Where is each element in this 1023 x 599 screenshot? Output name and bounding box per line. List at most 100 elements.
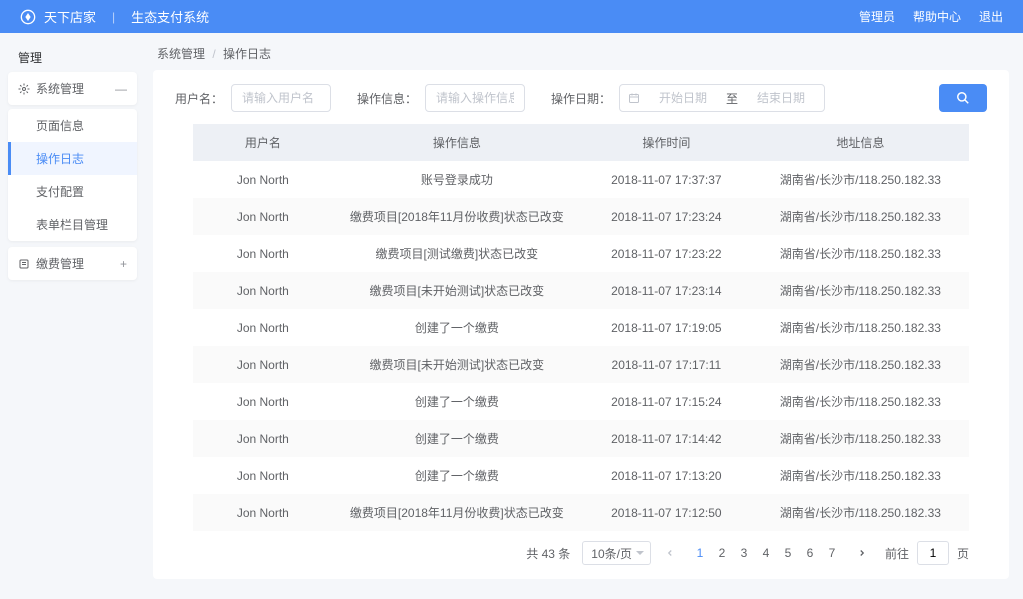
table-row: Jon North创建了一个缴费2018-11-07 17:19:05湖南省/长… <box>193 309 969 346</box>
cell-addr: 湖南省/长沙市/118.250.182.33 <box>752 272 969 309</box>
header-divider: | <box>112 10 115 24</box>
brand-text: 天下店家 <box>44 7 96 26</box>
cell-user: Jon North <box>193 198 333 235</box>
opinfo-label: 操作信息： <box>357 90 417 107</box>
cell-user: Jon North <box>193 420 333 457</box>
cell-user: Jon North <box>193 235 333 272</box>
goto-input[interactable] <box>917 541 949 565</box>
sidebar-group-system-label: 系统管理 <box>36 80 84 97</box>
page-num-6[interactable]: 6 <box>799 541 821 565</box>
search-icon <box>956 91 970 105</box>
app-header: 天下店家 | 生态支付系统 管理员 帮助中心 退出 <box>0 0 1023 33</box>
goto-label: 前往 <box>885 545 909 562</box>
sidebar-item-pageinfo[interactable]: 页面信息 <box>8 109 137 142</box>
collapse-icon: — <box>115 82 127 96</box>
table-row: Jon North缴费项目[2018年11月份收费]状态已改变2018-11-0… <box>193 198 969 235</box>
page-num-4[interactable]: 4 <box>755 541 777 565</box>
table-row: Jon North创建了一个缴费2018-11-07 17:14:42湖南省/长… <box>193 420 969 457</box>
log-table: 用户名 操作信息 操作时间 地址信息 Jon North账号登录成功2018-1… <box>193 124 969 531</box>
cell-time: 2018-11-07 17:17:11 <box>581 346 752 383</box>
table-row: Jon North缴费项目[测试缴费]状态已改变2018-11-07 17:23… <box>193 235 969 272</box>
opinfo-input[interactable] <box>425 84 525 112</box>
system-title: 生态支付系统 <box>131 7 209 26</box>
header-right: 管理员 帮助中心 退出 <box>859 8 1003 25</box>
table-header-row: 用户名 操作信息 操作时间 地址信息 <box>193 124 969 161</box>
page-size-value: 10条/页 <box>591 545 632 562</box>
page-prev[interactable] <box>659 541 681 565</box>
cell-addr: 湖南省/长沙市/118.250.182.33 <box>752 457 969 494</box>
calendar-icon <box>628 92 640 104</box>
breadcrumb: 系统管理 / 操作日志 <box>153 45 1009 62</box>
cell-time: 2018-11-07 17:14:42 <box>581 420 752 457</box>
cell-addr: 湖南省/长沙市/118.250.182.33 <box>752 420 969 457</box>
cell-op: 创建了一个缴费 <box>333 420 581 457</box>
date-end-input[interactable] <box>746 91 816 105</box>
breadcrumb-b: 操作日志 <box>223 47 271 61</box>
sidebar-item-payconfig[interactable]: 支付配置 <box>8 175 137 208</box>
logout-link[interactable]: 退出 <box>979 8 1003 25</box>
admin-link[interactable]: 管理员 <box>859 8 895 25</box>
cell-user: Jon North <box>193 272 333 309</box>
table-row: Jon North创建了一个缴费2018-11-07 17:13:20湖南省/长… <box>193 457 969 494</box>
gear-icon <box>18 83 30 95</box>
goto-suffix: 页 <box>957 545 969 562</box>
cell-op: 缴费项目[未开始测试]状态已改变 <box>333 272 581 309</box>
sidebar-group-fee-label: 缴费管理 <box>36 255 84 272</box>
page-next[interactable] <box>851 541 873 565</box>
search-button[interactable] <box>939 84 987 112</box>
cell-user: Jon North <box>193 161 333 198</box>
main-content: 系统管理 / 操作日志 用户名： 操作信息： 操作日期： 至 <box>145 33 1023 599</box>
breadcrumb-a[interactable]: 系统管理 <box>157 47 205 61</box>
cell-user: Jon North <box>193 383 333 420</box>
th-time: 操作时间 <box>581 124 752 161</box>
sidebar-group-system[interactable]: 系统管理 — <box>8 72 137 105</box>
cell-time: 2018-11-07 17:23:14 <box>581 272 752 309</box>
page-num-1[interactable]: 1 <box>689 541 711 565</box>
sidebar: 管理 系统管理 — 页面信息 操作日志 支付配置 表单栏目管理 缴费管理 + <box>0 33 145 599</box>
cell-time: 2018-11-07 17:13:20 <box>581 457 752 494</box>
cell-user: Jon North <box>193 346 333 383</box>
date-start-input[interactable] <box>648 91 718 105</box>
date-range-picker[interactable]: 至 <box>619 84 825 112</box>
page-num-5[interactable]: 5 <box>777 541 799 565</box>
date-sep: 至 <box>726 90 738 107</box>
cell-op: 缴费项目[2018年11月份收费]状态已改变 <box>333 198 581 235</box>
sidebar-item-oplog[interactable]: 操作日志 <box>8 142 137 175</box>
th-op: 操作信息 <box>333 124 581 161</box>
username-input[interactable] <box>231 84 331 112</box>
th-addr: 地址信息 <box>752 124 969 161</box>
cell-user: Jon North <box>193 457 333 494</box>
table-row: Jon North缴费项目[未开始测试]状态已改变2018-11-07 17:2… <box>193 272 969 309</box>
cell-op: 账号登录成功 <box>333 161 581 198</box>
logo-icon <box>20 9 36 25</box>
page-num-2[interactable]: 2 <box>711 541 733 565</box>
cell-op: 缴费项目[测试缴费]状态已改变 <box>333 235 581 272</box>
cell-op: 创建了一个缴费 <box>333 457 581 494</box>
page-num-7[interactable]: 7 <box>821 541 843 565</box>
sidebar-root: 管理 <box>8 43 137 72</box>
th-user: 用户名 <box>193 124 333 161</box>
help-link[interactable]: 帮助中心 <box>913 8 961 25</box>
sidebar-item-tablecol[interactable]: 表单栏目管理 <box>8 208 137 241</box>
cell-user: Jon North <box>193 309 333 346</box>
cell-time: 2018-11-07 17:19:05 <box>581 309 752 346</box>
sidebar-submenu: 页面信息 操作日志 支付配置 表单栏目管理 <box>8 109 137 241</box>
table-row: Jon North缴费项目[未开始测试]状态已改变2018-11-07 17:1… <box>193 346 969 383</box>
table-row: Jon North创建了一个缴费2018-11-07 17:15:24湖南省/长… <box>193 383 969 420</box>
cell-addr: 湖南省/长沙市/118.250.182.33 <box>752 198 969 235</box>
filter-row: 用户名： 操作信息： 操作日期： 至 <box>175 84 987 112</box>
sidebar-group-fee[interactable]: 缴费管理 + <box>8 247 137 280</box>
breadcrumb-sep: / <box>212 47 215 61</box>
cell-time: 2018-11-07 17:23:22 <box>581 235 752 272</box>
header-left: 天下店家 | 生态支付系统 <box>20 7 209 26</box>
content-card: 用户名： 操作信息： 操作日期： 至 <box>153 70 1009 579</box>
date-label: 操作日期： <box>551 90 611 107</box>
page-size-select[interactable]: 10条/页 <box>582 541 651 565</box>
cell-op: 创建了一个缴费 <box>333 383 581 420</box>
cell-op: 缴费项目[未开始测试]状态已改变 <box>333 346 581 383</box>
cell-time: 2018-11-07 17:15:24 <box>581 383 752 420</box>
page-num-3[interactable]: 3 <box>733 541 755 565</box>
chevron-left-icon <box>665 548 675 558</box>
username-label: 用户名： <box>175 90 223 107</box>
cell-op: 创建了一个缴费 <box>333 309 581 346</box>
